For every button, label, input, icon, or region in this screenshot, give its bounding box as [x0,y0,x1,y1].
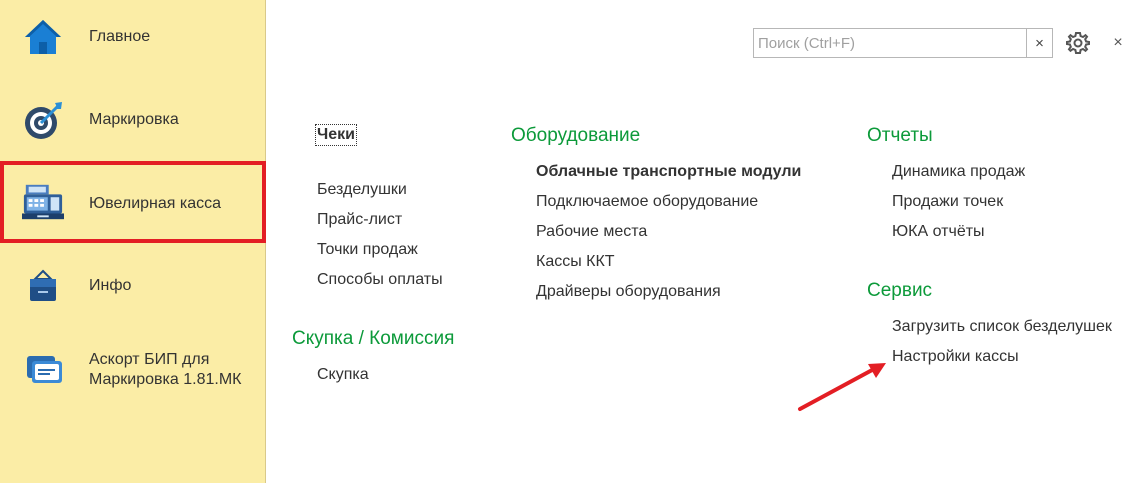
link-load-trinkets-list[interactable]: Загрузить список безделушек [892,318,1112,336]
group-title-buyback: Скупка / Комиссия [292,328,455,349]
link-sales-points[interactable]: Точки продаж [317,241,418,259]
link-register-settings[interactable]: Настройки кассы [892,348,1019,366]
link-cloud-transport-modules[interactable]: Облачные транспортные модули [536,163,801,181]
sidebar-item-label: Ювелирная касса [89,195,222,212]
sidebar-item-marking[interactable]: Маркировка [0,97,266,143]
group-title-service: Сервис [867,280,933,301]
sidebar-item-jewelry-register[interactable]: Ювелирная касса [0,161,266,243]
annotation-arrow-icon [798,363,886,411]
search-box: × [753,28,1053,58]
link-sales-dynamics[interactable]: Динамика продаж [892,163,1025,181]
link-yuka-reports[interactable]: ЮКА отчёты [892,223,985,241]
target-icon [22,100,64,142]
link-kkt-registers[interactable]: Кассы ККТ [536,253,615,271]
search-clear-button[interactable]: × [1026,29,1052,57]
gear-icon [1066,32,1090,54]
cash-register-icon [22,181,64,223]
search-input[interactable] [754,29,1026,57]
link-receipts[interactable]: Чеки [315,124,357,146]
link-connected-equipment[interactable]: Подключаемое оборудование [536,193,758,211]
link-equipment-drivers[interactable]: Драйверы оборудования [536,283,721,301]
group-title-equipment: Оборудование [511,125,641,146]
link-payment-methods[interactable]: Способы оплаты [317,271,443,289]
home-icon [22,16,64,58]
link-point-sales[interactable]: Продажи точек [892,193,1003,211]
sidebar-item-info[interactable]: Инфо [0,263,266,309]
link-price-list[interactable]: Прайс-лист [317,211,402,229]
sidebar: Главное Маркировка Ювелирная касса Инфо … [0,0,266,483]
link-buyback[interactable]: Скупка [317,366,369,384]
sidebar-item-main[interactable]: Главное [0,14,266,60]
group-title-reports: Отчеты [867,125,933,146]
sidebar-item-label: Главное [89,28,151,45]
link-workstations[interactable]: Рабочие места [536,223,647,241]
sidebar-item-label: Маркировка [89,111,179,128]
sidebar-item-label-line1: Аскорт БИП для [89,351,210,368]
message-icon [22,349,64,391]
sidebar-item-askort[interactable]: Аскорт БИП для Маркировка 1.81.МК [0,345,266,395]
sidebar-item-label: Инфо [89,277,132,294]
sidebar-item-label-line2: Маркировка 1.81.МК [89,371,242,388]
close-button[interactable]: × [1108,32,1128,54]
settings-button[interactable] [1065,30,1091,56]
link-trinkets[interactable]: Безделушки [317,181,407,199]
briefcase-icon [22,265,64,307]
